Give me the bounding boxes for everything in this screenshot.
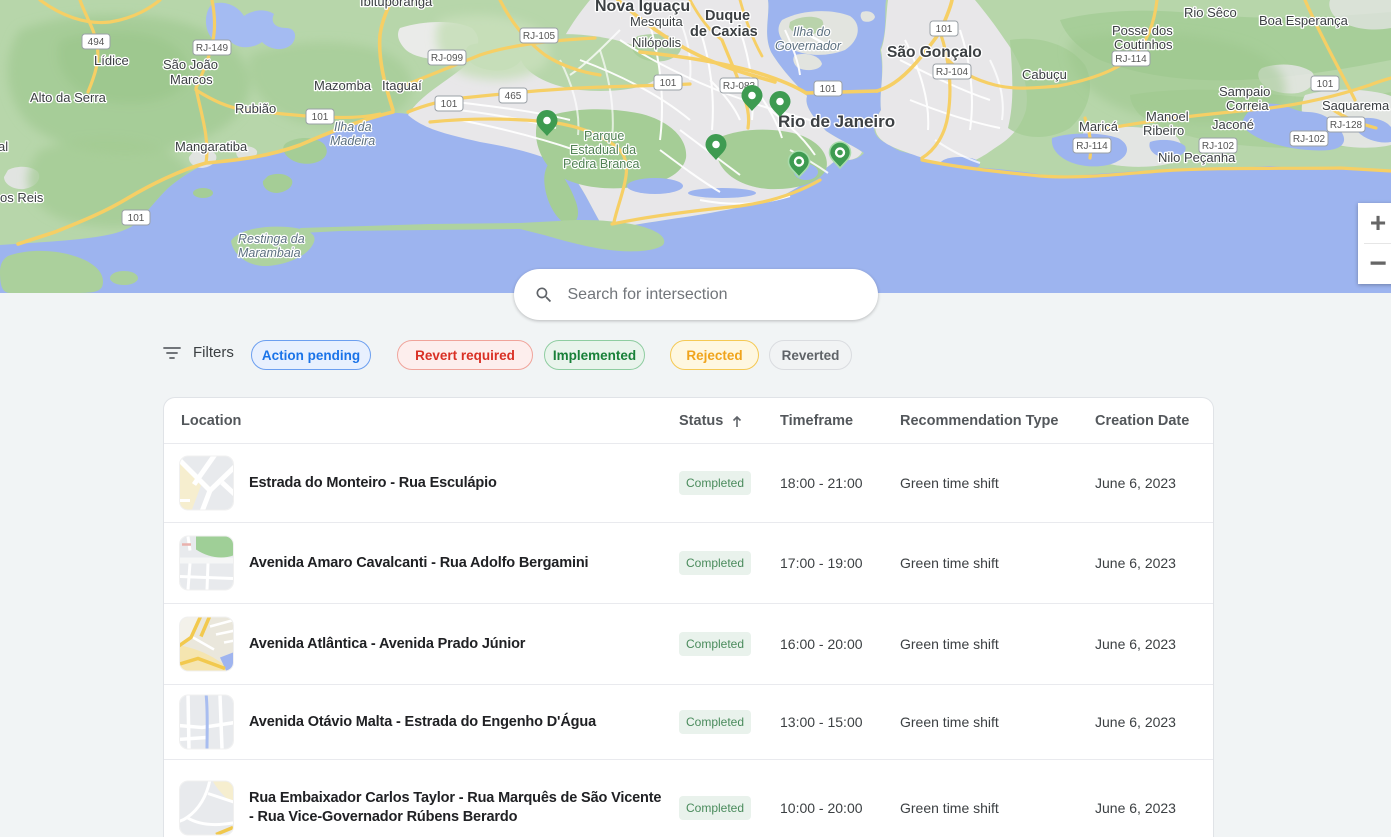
svg-text:Sampaio: Sampaio <box>1219 84 1270 99</box>
svg-text:Estadual da: Estadual da <box>570 143 636 157</box>
svg-text:Marambaia: Marambaia <box>238 246 301 260</box>
svg-text:RJ-105: RJ-105 <box>523 31 556 42</box>
svg-text:101: 101 <box>1317 79 1334 90</box>
svg-text:Correia: Correia <box>1226 98 1269 113</box>
svg-text:Lídice: Lídice <box>94 53 129 68</box>
svg-text:101: 101 <box>441 99 458 110</box>
svg-text:101: 101 <box>312 112 329 123</box>
svg-text:Itaguaí: Itaguaí <box>382 78 422 93</box>
svg-text:Ilha do: Ilha do <box>793 25 831 39</box>
svg-text:Marcos: Marcos <box>170 72 213 87</box>
svg-text:Parque: Parque <box>584 129 624 143</box>
svg-text:Mesquita: Mesquita <box>630 14 684 29</box>
svg-text:Saquarema: Saquarema <box>1322 98 1390 113</box>
svg-text:RJ-099: RJ-099 <box>431 53 464 64</box>
svg-text:Pedra Branca: Pedra Branca <box>563 157 639 171</box>
svg-text:465: 465 <box>505 91 522 102</box>
svg-text:al: al <box>0 139 8 154</box>
svg-text:RJ-102: RJ-102 <box>1293 134 1326 145</box>
svg-text:Rubião: Rubião <box>235 101 276 116</box>
svg-text:Rio de Janeiro: Rio de Janeiro <box>778 112 895 131</box>
svg-text:Ibituporanga: Ibituporanga <box>360 0 433 9</box>
svg-text:RJ-128: RJ-128 <box>1330 120 1363 131</box>
svg-text:São Gonçalo: São Gonçalo <box>887 44 982 61</box>
svg-text:Maricá: Maricá <box>1079 119 1119 134</box>
svg-text:RJ-114: RJ-114 <box>1076 141 1108 152</box>
svg-text:os Reis: os Reis <box>0 190 44 205</box>
svg-text:Madeira: Madeira <box>330 134 375 148</box>
svg-text:Mazomba: Mazomba <box>314 78 372 93</box>
svg-text:Boa Esperança: Boa Esperança <box>1259 13 1349 28</box>
svg-text:Coutinhos: Coutinhos <box>1114 37 1173 52</box>
svg-text:RJ-102: RJ-102 <box>1202 141 1235 152</box>
svg-text:101: 101 <box>820 84 837 95</box>
svg-text:101: 101 <box>128 213 145 224</box>
svg-text:de Caxias: de Caxias <box>690 24 758 40</box>
svg-text:Restinga da: Restinga da <box>238 232 305 246</box>
svg-text:RJ-149: RJ-149 <box>196 43 229 54</box>
svg-text:Alto da Serra: Alto da Serra <box>30 90 107 105</box>
svg-text:Ilha da: Ilha da <box>334 120 372 134</box>
svg-text:RJ-114: RJ-114 <box>1115 54 1147 65</box>
svg-text:101: 101 <box>660 78 677 89</box>
svg-text:Nova Iguaçu: Nova Iguaçu <box>595 0 690 15</box>
svg-text:Governador: Governador <box>775 39 842 53</box>
svg-text:RJ-104: RJ-104 <box>936 67 969 78</box>
svg-text:São João: São João <box>163 57 218 72</box>
svg-text:Duque: Duque <box>705 8 750 24</box>
svg-text:Posse dos: Posse dos <box>1112 23 1173 38</box>
svg-text:Mangaratiba: Mangaratiba <box>175 139 248 154</box>
svg-text:494: 494 <box>88 37 105 48</box>
svg-text:Cabuçu: Cabuçu <box>1022 67 1067 82</box>
svg-text:Ribeiro: Ribeiro <box>1143 123 1184 138</box>
svg-text:Jaconé: Jaconé <box>1212 117 1254 132</box>
svg-text:Nilópolis: Nilópolis <box>632 35 682 50</box>
svg-text:Rio Sêco: Rio Sêco <box>1184 5 1237 20</box>
svg-text:101: 101 <box>936 24 953 35</box>
svg-text:Manoel: Manoel <box>1146 109 1189 124</box>
